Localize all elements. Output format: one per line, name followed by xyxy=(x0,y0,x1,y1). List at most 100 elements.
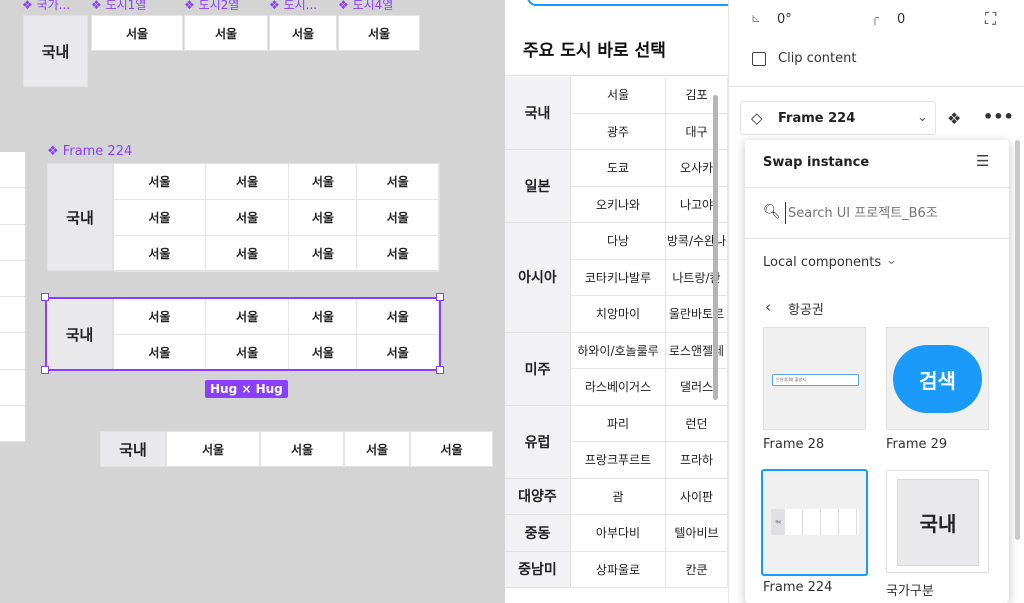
popup-scrollbar[interactable] xyxy=(1015,140,1020,540)
label-city3[interactable]: ❖ 도시... xyxy=(269,0,317,13)
preview-city[interactable]: 텔아비브 xyxy=(666,515,728,552)
city-cell[interactable]: 서울 xyxy=(289,164,358,200)
more-options-icon[interactable]: ••• xyxy=(983,107,1014,126)
preview-city[interactable]: 도쿄 xyxy=(571,150,666,187)
city-grid: 서울 서울 서울 서울 서울 서울 서울 서울 서울 서울 서울 서울 xyxy=(113,163,440,272)
country-cell[interactable]: 국내 xyxy=(47,163,113,271)
city-cell[interactable]: 서울 xyxy=(91,15,183,51)
preview-city[interactable]: 칸쿤 xyxy=(666,551,728,588)
city-cell[interactable]: 서울 xyxy=(205,236,290,272)
preview-city[interactable]: 댈러스 xyxy=(666,369,728,406)
preview-city[interactable]: 김포 xyxy=(666,77,728,114)
search-pill[interactable] xyxy=(527,0,728,6)
preview-category[interactable]: 미주 xyxy=(505,332,571,406)
thumb-frame28[interactable]: 인천(ICN) 출발지 xyxy=(763,327,866,430)
preview-city[interactable]: 라스베이거스 xyxy=(571,369,666,406)
preview-city[interactable]: 프라하 xyxy=(666,442,728,479)
city-cell[interactable]: 서울 xyxy=(205,200,290,236)
swap-title: Swap instance xyxy=(763,155,870,170)
preview-city[interactable]: 로스앤젤레 xyxy=(666,332,728,369)
preview-city[interactable]: 코타키나발루 xyxy=(571,259,666,296)
corner-radius-value[interactable]: 0 xyxy=(897,12,905,27)
city-cell[interactable]: 서울 xyxy=(357,236,440,272)
thumb-frame29[interactable]: 검색 xyxy=(886,327,989,430)
resize-handle[interactable] xyxy=(41,366,49,374)
city-cell[interactable]: 서울 xyxy=(289,236,358,272)
swap-search-input[interactable] xyxy=(785,202,995,224)
resize-corners-icon[interactable]: ⛶ xyxy=(985,9,996,29)
preview-city[interactable]: 치앙마이 xyxy=(571,296,666,333)
thumb-frame224-selected[interactable]: 국내 xyxy=(761,469,868,576)
library-select[interactable]: Local components xyxy=(763,255,881,270)
resize-handle[interactable] xyxy=(436,366,444,374)
preview-city[interactable]: 나트랑/칸 xyxy=(666,259,728,296)
city-cell[interactable]: 서울 xyxy=(410,431,493,467)
label-city2[interactable]: ❖ 도시2열 xyxy=(184,0,239,13)
city-cell[interactable]: 서울 xyxy=(289,200,358,236)
city-cell[interactable]: 서울 xyxy=(260,431,344,467)
preview-category[interactable]: 중남미 xyxy=(505,551,571,588)
label-country[interactable]: ❖ 국가... xyxy=(22,0,70,13)
preview-city[interactable]: 프랑크푸르트 xyxy=(571,442,666,479)
city-cell[interactable]: 서울 xyxy=(269,15,337,51)
city-cell[interactable]: 서울 xyxy=(205,164,290,200)
preview-row: 중남미 상파울로 칸쿤 xyxy=(505,551,728,588)
city-cell[interactable]: 서울 xyxy=(184,15,268,51)
preview-city[interactable]: 괌 xyxy=(571,478,666,515)
city-cell[interactable]: 서울 xyxy=(114,236,206,272)
go-to-main-component-icon[interactable]: ❖ xyxy=(947,109,961,128)
preview-city[interactable]: 다낭 xyxy=(571,223,666,260)
clip-content-checkbox[interactable] xyxy=(752,52,766,66)
preview-scrollbar[interactable] xyxy=(713,95,718,400)
preview-city[interactable]: 대구 xyxy=(666,113,728,150)
preview-city[interactable]: 사이판 xyxy=(666,478,728,515)
city-cell[interactable]: 서울 xyxy=(114,164,206,200)
thumb-country-component[interactable]: 국내 xyxy=(886,470,989,573)
label-city4[interactable]: ❖ 도시4열 xyxy=(338,0,393,13)
preview-city[interactable]: 오키나와 xyxy=(571,186,666,223)
preview-category[interactable]: 유럽 xyxy=(505,405,571,479)
thumb-input-preview: 인천(ICN) 출발지 xyxy=(772,374,859,386)
preview-row: 대양주 괌 사이판 xyxy=(505,478,728,515)
city-cell[interactable]: 서울 xyxy=(114,200,206,236)
chevron-down-icon[interactable]: ⌄ xyxy=(886,253,897,268)
preview-city[interactable]: 하와이/호놀룰루 xyxy=(571,332,666,369)
preview-category[interactable]: 국내 xyxy=(505,77,571,150)
city-cell[interactable]: 서울 xyxy=(357,164,440,200)
design-preview[interactable]: 주요 도시 바로 선택 국내 서울 김포 광주 대구 일본 도쿄 오사카 오키나와 나고야 아시아 다… xyxy=(505,0,728,603)
preview-city[interactable]: 오사카 xyxy=(666,150,728,187)
preview-city[interactable]: 울란바토르 xyxy=(666,296,728,333)
city-cell[interactable]: 서울 xyxy=(338,15,420,51)
preview-city[interactable]: 아부다비 xyxy=(571,515,666,552)
rotation-value[interactable]: 0° xyxy=(777,12,792,27)
resize-handle[interactable] xyxy=(436,293,444,301)
preview-category[interactable]: 일본 xyxy=(505,150,571,223)
preview-city[interactable]: 광주 xyxy=(571,113,666,150)
resize-handle[interactable] xyxy=(41,293,49,301)
preview-row: 국내 서울 김포 광주 대구 xyxy=(505,77,728,150)
instance-select[interactable]: ◇ Frame 224 ⌄ xyxy=(740,101,936,135)
list-view-icon[interactable]: ☰ xyxy=(976,152,989,170)
preview-city[interactable]: 파리 xyxy=(571,405,666,442)
country-cell[interactable]: 국내 xyxy=(100,431,166,467)
preview-category[interactable]: 중동 xyxy=(505,515,571,552)
selection-outline xyxy=(45,297,441,371)
preview-city[interactable]: 방콕/수완나 xyxy=(666,223,728,260)
country-cell[interactable]: 국내 xyxy=(23,15,88,87)
city-cell[interactable]: 서울 xyxy=(357,200,440,236)
back-label[interactable]: 항공권 xyxy=(788,299,824,318)
preview-category[interactable]: 대양주 xyxy=(505,478,571,515)
preview-row: 아시아 다낭 방콕/수완나 코타키나발루 나트랑/칸 치앙마이 울란바토르 xyxy=(505,223,728,333)
city-cell[interactable]: 서울 xyxy=(166,431,260,467)
offscreen-frame[interactable] xyxy=(0,152,26,442)
frame224-label[interactable]: ❖ Frame 224 xyxy=(47,144,132,159)
back-chevron-icon[interactable]: ‹ xyxy=(765,298,771,316)
thumb-name: Frame 28 xyxy=(763,437,825,452)
preview-city[interactable]: 상파울로 xyxy=(571,551,666,588)
preview-city[interactable]: 런던 xyxy=(666,405,728,442)
preview-category[interactable]: 아시아 xyxy=(505,223,571,333)
label-city1[interactable]: ❖ 도시1열 xyxy=(91,0,146,13)
preview-city[interactable]: 서울 xyxy=(571,77,666,114)
preview-city[interactable]: 나고야 xyxy=(666,186,728,223)
city-cell[interactable]: 서울 xyxy=(344,431,410,467)
